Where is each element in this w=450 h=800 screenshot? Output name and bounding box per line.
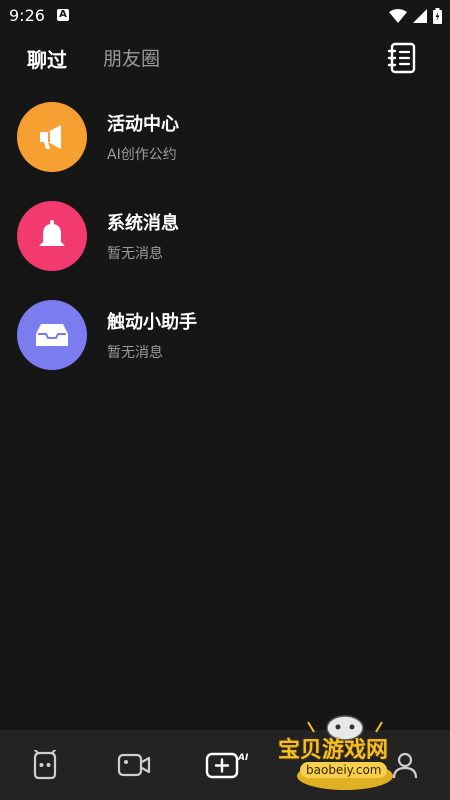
nav-ai-create[interactable]: AI bbox=[204, 748, 252, 782]
avatar bbox=[17, 300, 87, 370]
battery-icon bbox=[433, 8, 442, 24]
conversation-subtitle: AI创作公约 bbox=[107, 147, 177, 163]
conversation-title: 系统消息 bbox=[107, 213, 179, 234]
robot-face-icon bbox=[33, 750, 57, 780]
wifi-icon bbox=[389, 9, 407, 23]
conversation-title: 活动中心 bbox=[107, 114, 179, 135]
notebook-icon bbox=[387, 42, 416, 74]
status-bar: 9:26 A bbox=[0, 0, 450, 32]
cell-signal-icon bbox=[413, 9, 427, 23]
ai-label: AI bbox=[237, 753, 249, 763]
bell-icon bbox=[39, 220, 65, 246]
tab-moments[interactable]: 朋友圈 bbox=[103, 44, 160, 71]
inbox-icon bbox=[36, 324, 68, 346]
notebook-button[interactable] bbox=[387, 42, 417, 74]
status-time: 9:26 bbox=[9, 6, 45, 25]
nav-home[interactable] bbox=[28, 748, 62, 782]
video-camera-icon bbox=[117, 753, 151, 777]
tab-chatted[interactable]: 聊过 bbox=[27, 44, 67, 73]
conversation-activity-center[interactable]: 活动中心 AI创作公约 bbox=[0, 102, 450, 192]
notification-a-icon: A bbox=[57, 9, 69, 21]
avatar bbox=[17, 102, 87, 172]
conversation-subtitle: 暂无消息 bbox=[107, 246, 163, 262]
watermark-text: 宝贝游戏网 bbox=[278, 738, 389, 763]
watermark-url: baobeiy.com bbox=[300, 762, 388, 778]
megaphone-icon bbox=[40, 125, 61, 149]
conversation-system-messages[interactable]: 系统消息 暂无消息 bbox=[0, 201, 450, 291]
ai-create-icon: AI bbox=[205, 752, 249, 779]
conversation-subtitle: 暂无消息 bbox=[107, 345, 163, 361]
avatar bbox=[17, 201, 87, 271]
conversation-assistant[interactable]: 触动小助手 暂无消息 bbox=[0, 300, 450, 390]
system-icons bbox=[389, 8, 442, 24]
nav-video[interactable] bbox=[117, 748, 151, 782]
conversation-title: 触动小助手 bbox=[107, 312, 197, 333]
